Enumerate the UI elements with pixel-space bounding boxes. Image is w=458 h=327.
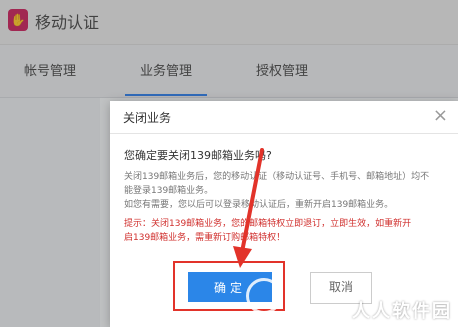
description-line: 关闭139邮箱业务后，您的移动认证（移动认证号、手机号、邮箱地址）均不 (124, 172, 430, 182)
confirm-question: 您确定要关闭139邮箱业务吗? (124, 149, 272, 162)
dialog-title: 关闭业务 (123, 111, 172, 125)
watermark-logo-icon (246, 278, 282, 314)
description-line: 如您有需要，您以后可以登录移动认证后，重新开启139邮箱业务。 (124, 200, 394, 210)
dialog-header: 关闭业务 × (110, 101, 458, 134)
close-icon[interactable]: × (433, 106, 448, 126)
watermark: 人人软件园 (352, 301, 452, 322)
dialog-description: 关闭139邮箱业务后，您的移动认证（移动认证号、手机号、邮箱地址）均不 能登录1… (124, 170, 444, 212)
description-line: 能登录139邮箱业务。 (124, 186, 214, 196)
close-business-dialog: 关闭业务 × 您确定要关闭139邮箱业务吗? 关闭139邮箱业务后，您的移动认证… (110, 101, 458, 327)
warning-tip: 提示：关闭139邮箱业务，您的邮箱特权立即退订，立即生效，如重新开 启139邮箱… (124, 217, 444, 245)
tip-line: 提示：关闭139邮箱业务，您的邮箱特权立即退订，立即生效，如重新开 (124, 219, 412, 229)
tip-line: 启139邮箱业务，需重新订购邮箱特权！ (124, 233, 286, 243)
